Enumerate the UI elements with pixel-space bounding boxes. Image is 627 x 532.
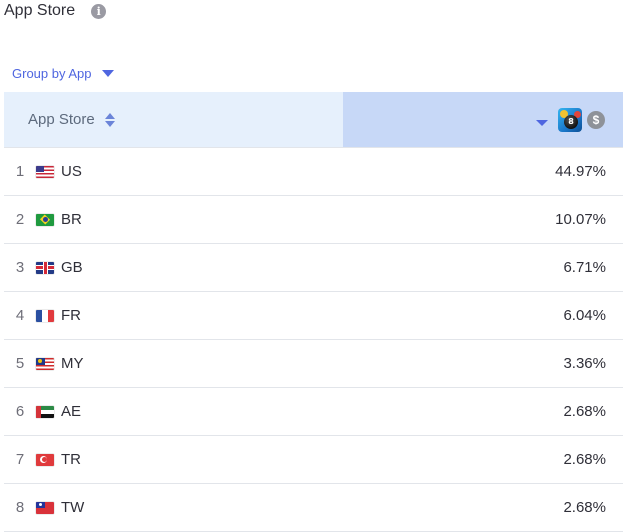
group-by-label: Group by App [12,65,92,81]
flag-tr-icon [36,453,54,466]
column-header-value[interactable]: 8 $ [343,92,623,147]
table-header: App Store 8 $ [4,92,623,148]
app-store-table: App Store 8 $ 1 US 44.97% 2 BR 10.07% 3 GB 6.71%… [4,92,623,532]
flag-gb-icon [36,261,54,274]
table-row[interactable]: 7 TR 2.68% [4,436,623,484]
row-rank: 8 [15,499,25,516]
row-value: 2.68% [563,451,606,468]
flag-fr-icon [36,309,54,322]
row-value: 6.04% [563,307,606,324]
row-rank: 1 [15,163,25,180]
row-value: 2.68% [563,499,606,516]
row-value: 44.97% [555,163,606,180]
table-row[interactable]: 1 US 44.97% [4,148,623,196]
flag-ae-icon [36,405,54,418]
flag-us-icon [36,165,54,178]
info-icon[interactable]: i [91,3,107,19]
row-rank: 2 [15,211,25,228]
page-title: App Store [4,2,76,19]
country-code: US [61,163,82,180]
flag-br-icon [36,213,54,226]
table-row[interactable]: 5 MY 3.36% [4,340,623,388]
row-rank: 6 [15,403,25,420]
row-value: 10.07% [555,211,606,228]
row-rank: 4 [15,307,25,324]
row-value: 3.36% [563,355,606,372]
sort-down-arrow [104,120,115,127]
country-code: MY [61,355,84,372]
table-row[interactable]: 8 TW 2.68% [4,484,623,532]
chevron-down-icon [101,69,114,77]
table-row[interactable]: 6 AE 2.68% [4,388,623,436]
country-code: TW [61,499,85,516]
pool-game-app-icon: 8 [558,107,582,132]
eight-ball: 8 [564,114,578,129]
table-row[interactable]: 3 GB 6.71% [4,244,623,292]
sort-up-arrow [104,112,115,119]
table-row[interactable]: 4 FR 6.04% [4,292,623,340]
row-rank: 3 [15,259,25,276]
country-code: GB [61,259,83,276]
table-body: 1 US 44.97% 2 BR 10.07% 3 GB 6.71% 4 FR 6.04% 5 MY 3.3… [4,148,623,532]
sort-icon[interactable] [104,112,115,127]
page-header: App Store i [4,0,107,22]
row-value: 2.68% [563,403,606,420]
column-header-label: App Store [28,111,95,128]
row-rank: 7 [15,451,25,468]
group-by-dropdown[interactable]: Group by App [12,64,114,82]
country-code: BR [61,211,82,228]
country-code: AE [61,403,82,420]
country-code: FR [61,307,81,324]
row-rank: 5 [15,355,25,372]
flag-tw-icon [36,501,54,514]
row-value: 6.71% [563,259,606,276]
flag-my-icon [36,357,54,370]
column-header-app-store[interactable]: App Store [4,92,343,147]
country-code: TR [61,451,81,468]
sort-descending-icon[interactable] [536,119,548,126]
table-row[interactable]: 2 BR 10.07% [4,196,623,244]
dollar-icon: $ [587,110,605,129]
